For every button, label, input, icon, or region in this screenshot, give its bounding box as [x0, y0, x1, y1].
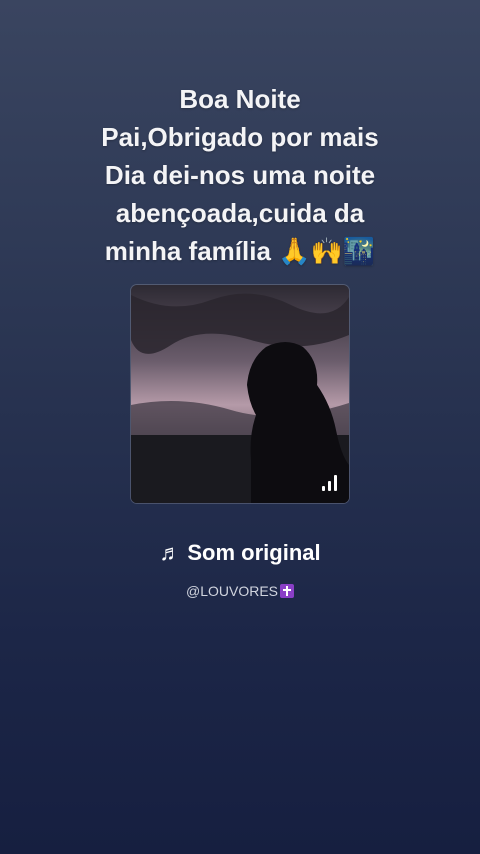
album-cover[interactable] — [131, 285, 349, 503]
latin-cross-icon — [280, 584, 294, 598]
signal-bars-icon — [322, 475, 337, 491]
author-handle: @LOUVORES — [185, 583, 278, 599]
sound-title: Som original — [187, 540, 321, 565]
music-note-icon: ♬ — [159, 540, 182, 565]
video-caption: Boa Noite Pai,Obrigado por mais Dia dei-… — [101, 84, 379, 266]
album-cover-image — [131, 285, 349, 503]
author-handle-row[interactable]: @LOUVORES — [0, 582, 480, 599]
sound-title-row[interactable]: ♬ Som original — [0, 540, 480, 566]
